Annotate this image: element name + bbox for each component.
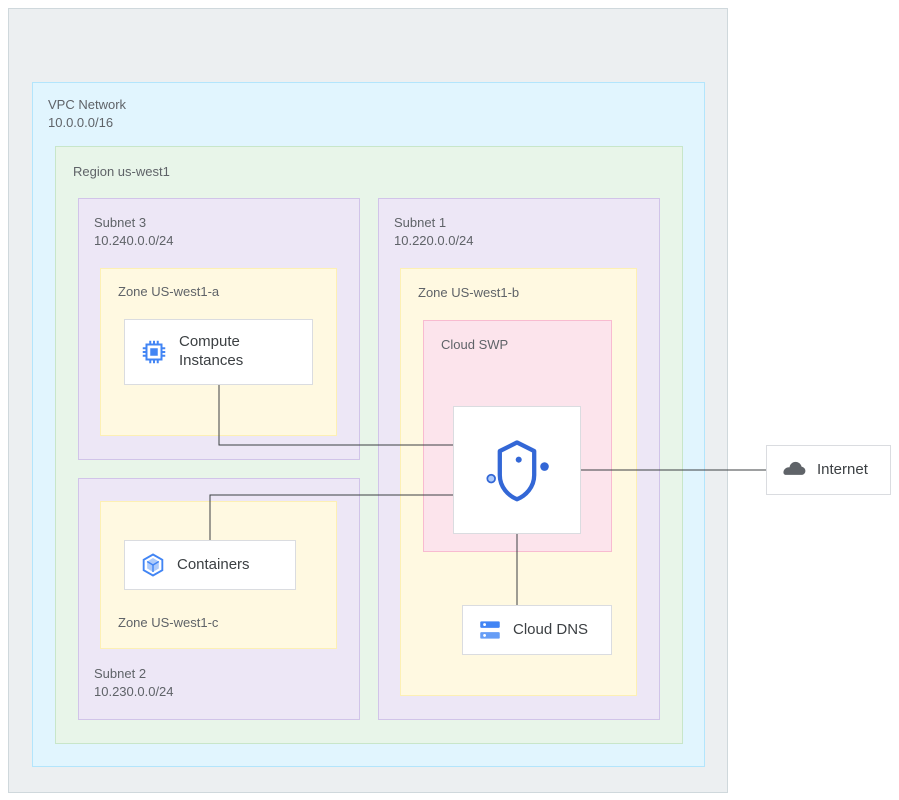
subnet2-label: Subnet 2 10.230.0.0/24 [94,665,174,700]
subnet3-cidr: 10.240.0.0/24 [94,232,174,250]
subnet2-cidr: 10.230.0.0/24 [94,683,174,701]
vpc-cidr: 10.0.0.0/16 [48,114,126,132]
internet-label: Internet [817,461,868,480]
vpc-network-label: VPC Network 10.0.0.0/16 [48,96,126,131]
diagram-canvas: Google Cloud VPC Network 10.0.0.0/16 Reg… [0,0,899,800]
subnet2-title: Subnet 2 [94,666,146,681]
subnet1-cidr: 10.220.0.0/24 [394,232,474,250]
containers-label: Containers [177,556,250,575]
vpc-title: VPC Network [48,97,126,112]
region-label: Region us-west1 [73,163,170,181]
zone-a-label: Zone US-west1-a [118,283,219,301]
subnet1-title: Subnet 1 [394,215,446,230]
cloud-swp-label: Cloud SWP [441,336,508,354]
subnet3-label: Subnet 3 10.240.0.0/24 [94,214,174,249]
containers-icon [139,551,167,579]
internet-card: Internet [766,445,891,495]
compute-engine-icon [139,337,169,367]
cloud-dns-card: Cloud DNS [462,605,612,655]
subnet1-label: Subnet 1 10.220.0.0/24 [394,214,474,249]
compute-instances-card: Compute Instances [124,319,313,385]
zone-b-label: Zone US-west1-b [418,284,519,302]
cloud-internet-icon [781,460,807,480]
containers-card: Containers [124,540,296,590]
cloud-dns-label: Cloud DNS [513,621,588,640]
cloud-dns-icon [477,617,503,643]
secure-web-proxy-icon [474,427,560,513]
compute-label: Compute Instances [179,333,243,371]
swp-service-card [453,406,581,534]
zone-c-label: Zone US-west1-c [118,614,218,632]
subnet3-title: Subnet 3 [94,215,146,230]
